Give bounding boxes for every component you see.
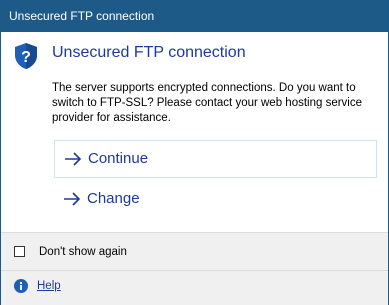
svg-text:?: ? bbox=[21, 49, 31, 66]
title-bar[interactable]: Unsecured FTP connection bbox=[1, 1, 388, 32]
help-link[interactable]: Help bbox=[37, 279, 61, 293]
dialog-heading: Unsecured FTP connection bbox=[52, 44, 246, 61]
shield-question-icon: ? bbox=[15, 43, 37, 69]
footer-divider bbox=[1, 270, 388, 271]
dialog-footer: Don't show again Help bbox=[1, 232, 388, 305]
dialog-message: The server supports encrypted connection… bbox=[52, 82, 363, 124]
continue-label: Continue bbox=[88, 150, 149, 167]
window-title: Unsecured FTP connection bbox=[9, 9, 155, 23]
dont-show-again-checkbox[interactable] bbox=[14, 246, 25, 257]
arrow-right-icon bbox=[64, 192, 81, 206]
change-label: Change bbox=[87, 190, 140, 207]
dont-show-again-label[interactable]: Don't show again bbox=[39, 245, 127, 259]
info-icon[interactable] bbox=[14, 279, 28, 293]
dialog-window: Unsecured FTP connection ? Unsecured FTP… bbox=[0, 0, 389, 305]
change-button[interactable]: Change bbox=[54, 181, 377, 219]
continue-button[interactable]: Continue bbox=[54, 140, 377, 178]
arrow-right-icon bbox=[65, 152, 82, 166]
